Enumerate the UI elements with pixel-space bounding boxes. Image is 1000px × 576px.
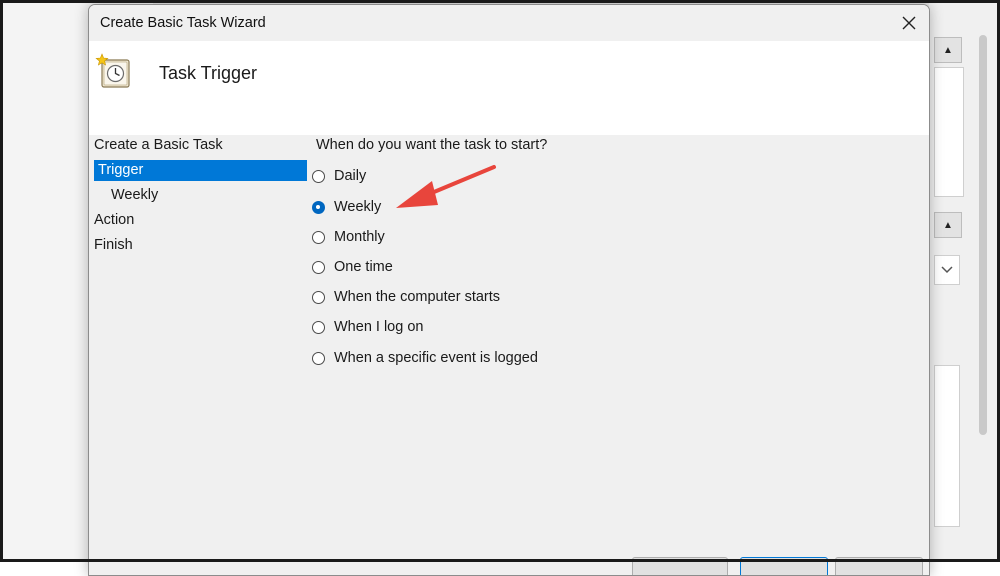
radio-label: Daily	[334, 168, 367, 184]
radio-label: When a specific event is logged	[334, 350, 538, 366]
radio-label: When I log on	[334, 319, 424, 335]
radio-button[interactable]	[312, 260, 325, 274]
background-right-pane: ▲ ▲	[929, 3, 999, 559]
close-button[interactable]	[889, 5, 929, 41]
radio-option-one-time[interactable]: One time	[312, 256, 393, 278]
window-title: Create Basic Task Wizard	[100, 15, 266, 31]
scheduled-task-clock-icon	[95, 53, 130, 88]
scroll-up-button[interactable]: ▲	[934, 37, 962, 63]
nav-step-trigger[interactable]: Trigger	[94, 160, 307, 181]
trigger-question: When do you want the task to start?	[316, 137, 548, 153]
radio-button[interactable]	[312, 169, 325, 183]
radio-label: Weekly	[334, 199, 382, 215]
next-button[interactable]	[740, 557, 828, 575]
chevron-down-icon[interactable]	[934, 255, 960, 285]
cancel-button[interactable]	[835, 557, 923, 575]
title-bar: Create Basic Task Wizard	[89, 5, 929, 41]
background-panel-box	[934, 67, 964, 197]
nav-step-weekly[interactable]: Weekly	[111, 185, 158, 206]
nav-step-finish[interactable]: Finish	[94, 235, 133, 256]
radio-button-selected[interactable]	[312, 200, 325, 214]
nav-step-create-basic-task[interactable]: Create a Basic Task	[94, 135, 223, 156]
close-icon	[902, 16, 916, 30]
radio-label: One time	[334, 259, 393, 275]
radio-option-monthly[interactable]: Monthly	[312, 226, 385, 248]
nav-step-action[interactable]: Action	[94, 210, 134, 231]
wizard-header: Task Trigger	[89, 41, 929, 135]
radio-button[interactable]	[312, 230, 325, 244]
radio-option-daily[interactable]: Daily	[312, 165, 366, 187]
back-button[interactable]	[632, 557, 728, 575]
radio-option-weekly[interactable]: Weekly	[312, 196, 381, 218]
radio-button[interactable]	[312, 320, 325, 334]
scroll-up-button-2[interactable]: ▲	[934, 212, 962, 238]
scrollbar-thumb[interactable]	[979, 35, 987, 435]
radio-label: Monthly	[334, 229, 385, 245]
radio-option-event-logged[interactable]: When a specific event is logged	[312, 347, 538, 369]
page-title: Task Trigger	[159, 63, 258, 83]
radio-button[interactable]	[312, 351, 325, 365]
radio-label: When the computer starts	[334, 289, 501, 305]
create-basic-task-dialog: Create Basic Task Wizard Task Trigger Cr…	[88, 4, 930, 576]
radio-option-log-on[interactable]: When I log on	[312, 316, 423, 338]
radio-option-computer-starts[interactable]: When the computer starts	[312, 286, 500, 308]
radio-button[interactable]	[312, 290, 325, 304]
background-text-box	[934, 365, 960, 527]
